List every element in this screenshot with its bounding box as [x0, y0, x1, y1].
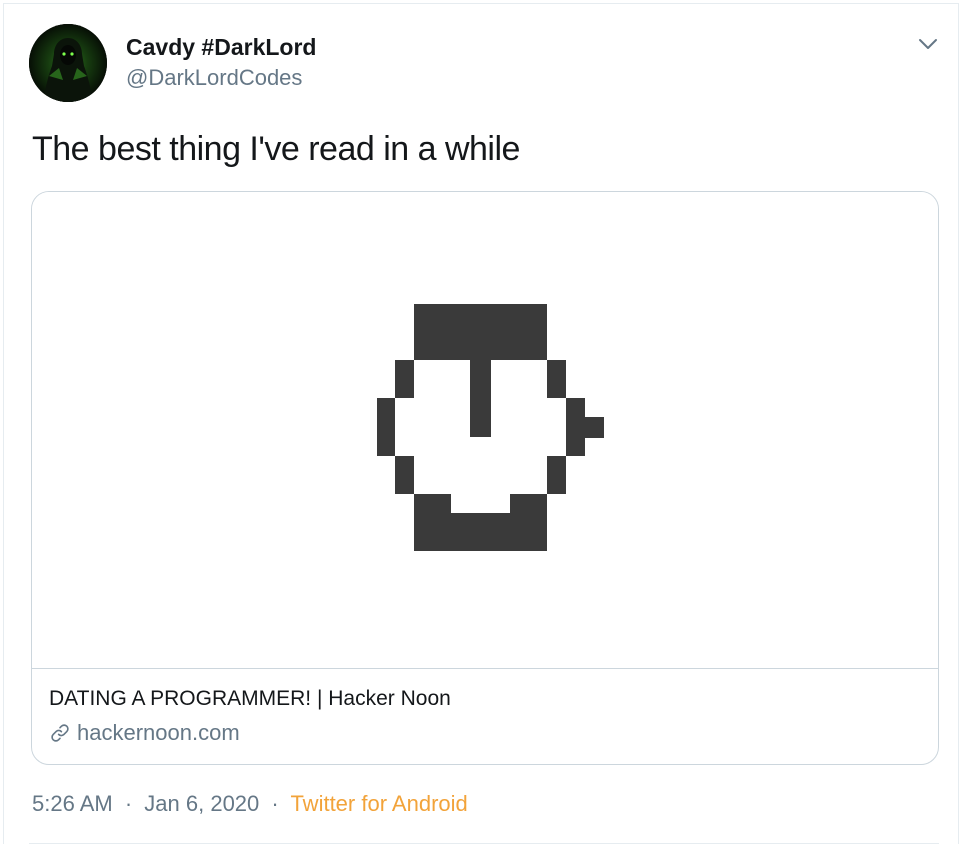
card-domain-row[interactable]: hackernoon.com [49, 719, 240, 747]
pixel-stopwatch-logo [377, 304, 604, 551]
tweet: Cavdy #DarkLord @DarkLordCodes The best … [3, 3, 959, 844]
avatar[interactable] [29, 24, 107, 102]
tweet-time[interactable]: 5:26 AM [32, 791, 113, 816]
tweet-text: The best thing I've read in a while [32, 130, 520, 168]
card-image [32, 192, 938, 669]
meta-separator: · [271, 791, 279, 816]
chevron-down-icon [919, 39, 937, 49]
tweet-meta: 5:26 AM · Jan 6, 2020 · Twitter for Andr… [32, 791, 468, 817]
link-icon [49, 722, 71, 744]
card-domain: hackernoon.com [77, 720, 240, 745]
tweet-source-link[interactable]: Twitter for Android [290, 791, 467, 816]
card-title[interactable]: DATING A PROGRAMMER! | Hacker Noon [49, 687, 451, 711]
tweet-date[interactable]: Jan 6, 2020 [144, 791, 259, 816]
author-display-name[interactable]: Cavdy #DarkLord [126, 34, 316, 61]
author-handle[interactable]: @DarkLordCodes [126, 65, 302, 91]
meta-separator: · [124, 791, 133, 816]
avatar-image [29, 24, 107, 102]
link-card[interactable]: DATING A PROGRAMMER! | Hacker Noon hacke… [31, 191, 939, 765]
tweet-menu-button[interactable] [916, 34, 940, 54]
